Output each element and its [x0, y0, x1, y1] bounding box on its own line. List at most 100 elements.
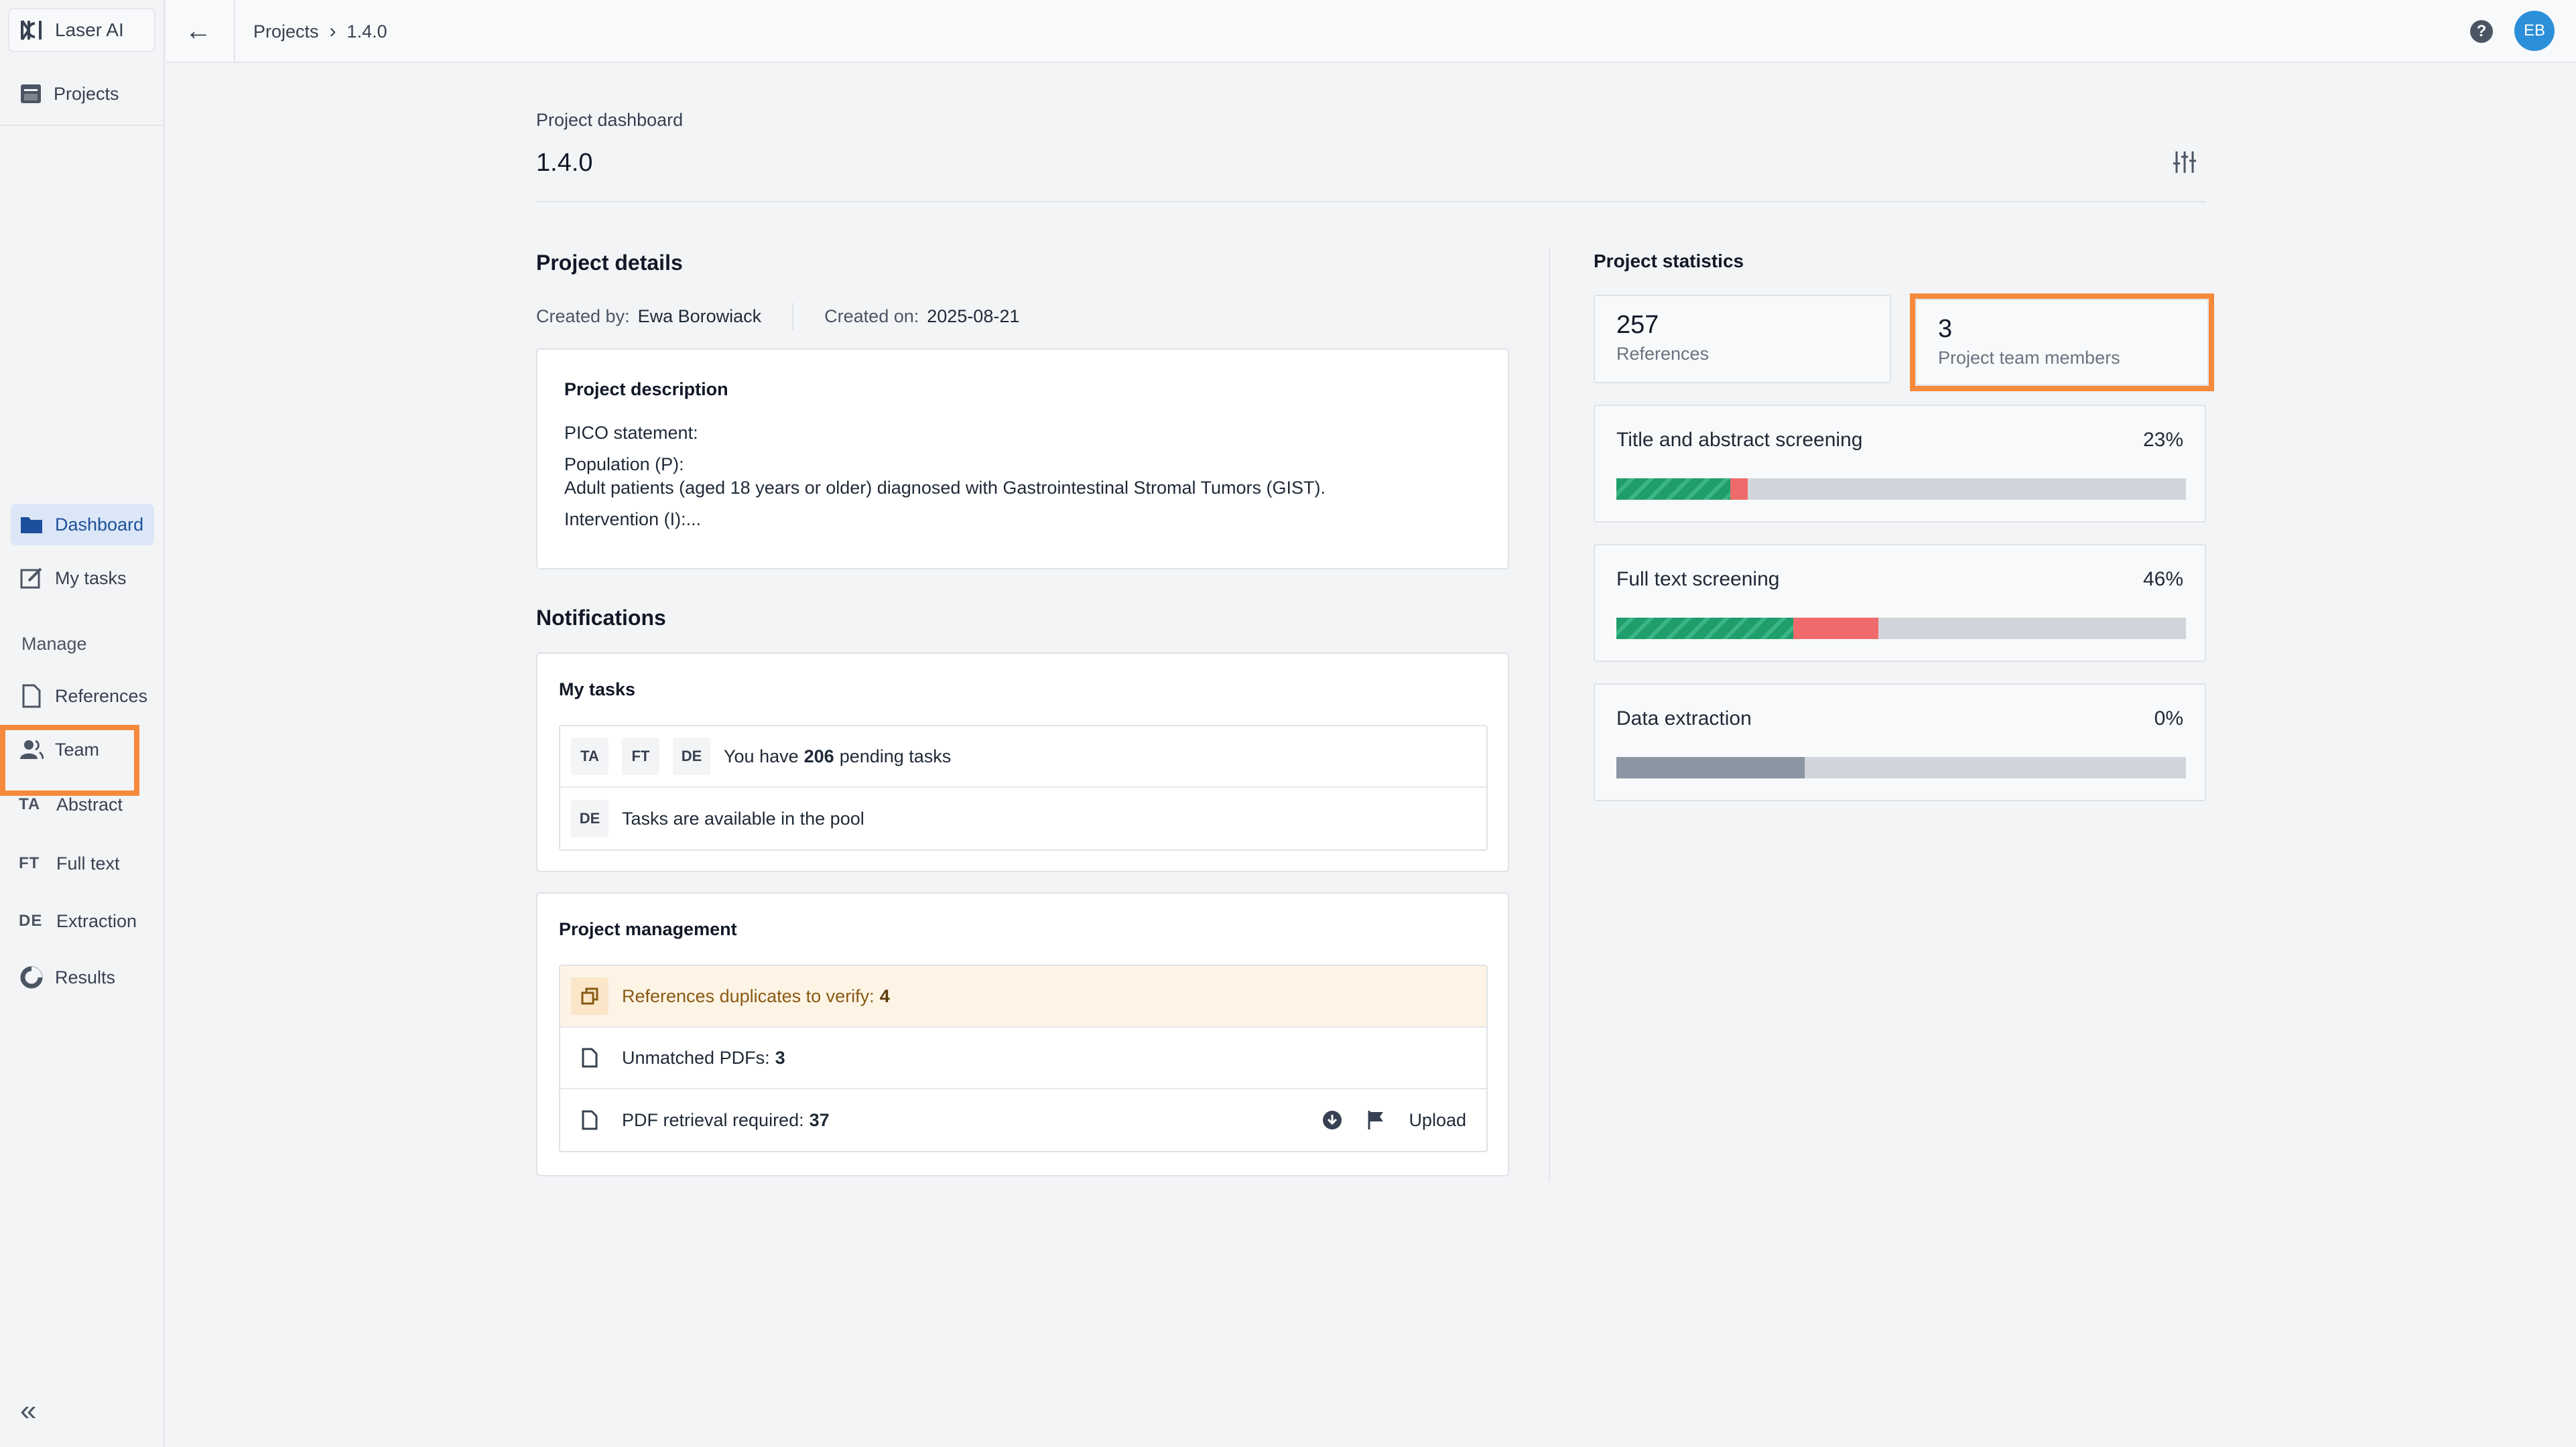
- pdf-retrieval-label: PDF retrieval required:: [622, 1109, 804, 1130]
- progress-card-abstract[interactable]: Title and abstract screening 23%: [1594, 405, 2206, 523]
- project-management-list: References duplicates to verify: 4 Unmat…: [559, 965, 1488, 1152]
- laser-ai-logo-icon: [21, 19, 42, 41]
- progress-segment-done: [1616, 618, 1793, 639]
- references-stat[interactable]: 257 References: [1594, 295, 1891, 383]
- progress-bar: [1616, 757, 2186, 778]
- sidebar-item-full-text[interactable]: FT Full text: [11, 843, 154, 884]
- full-text-icon: FT: [19, 854, 40, 872]
- edit-icon: [19, 565, 44, 591]
- notifications-heading: Notifications: [536, 606, 666, 630]
- progress-segment-done: [1616, 478, 1730, 500]
- sidebar-item-dashboard[interactable]: Dashboard: [11, 504, 154, 545]
- project-statistics-heading: Project statistics: [1594, 251, 1744, 271]
- sidebar-item-extraction[interactable]: DE Extraction: [11, 900, 154, 942]
- page-title: 1.4.0: [536, 149, 593, 177]
- pdf-retrieval-actions: Upload: [1322, 1089, 1466, 1151]
- sidebar-item-results[interactable]: Results: [11, 957, 154, 998]
- highlight-team: [0, 725, 139, 796]
- sidebar: Laser AI Projects Dashboard My tasks Man…: [0, 0, 165, 1447]
- duplicates-label: References duplicates to verify:: [622, 985, 875, 1006]
- file-icon: [571, 1039, 608, 1077]
- abstract-icon: TA: [19, 795, 41, 813]
- progress-segment-pending: [1616, 757, 1805, 778]
- breadcrumb: Projects › 1.4.0: [253, 20, 387, 43]
- file-icon: [571, 1101, 608, 1139]
- document-icon: [19, 683, 44, 709]
- sidebar-section-manage: Manage: [21, 634, 87, 654]
- project-management-title: Project management: [559, 919, 737, 939]
- title-divider: [536, 201, 2206, 202]
- folder-icon: [19, 512, 44, 537]
- pdf-retrieval-count: 37: [809, 1109, 830, 1130]
- progress-label: Title and abstract screening: [1616, 429, 1863, 451]
- pending-tasks-prefix: You have: [724, 746, 799, 766]
- avatar[interactable]: EB: [2514, 11, 2555, 51]
- breadcrumb-projects[interactable]: Projects: [253, 21, 319, 42]
- project-meta: Created by: Ewa Borowiack Created on: 20…: [536, 303, 1019, 330]
- sidebar-item-label: Projects: [54, 83, 119, 104]
- settings-sliders-icon[interactable]: [2170, 147, 2199, 177]
- highlight-team-members: [1910, 293, 2214, 391]
- sidebar-item-label: Full text: [56, 853, 120, 874]
- my-tasks-card: My tasks TA FT DE You have 206 pending t…: [536, 652, 1509, 872]
- project-management-card: Project management References duplicates…: [536, 892, 1509, 1176]
- progress-card-full-text[interactable]: Full text screening 46%: [1594, 544, 2206, 662]
- download-icon[interactable]: [1322, 1109, 1343, 1131]
- sidebar-item-label: Dashboard: [55, 514, 144, 535]
- unmatched-pdfs-label: Unmatched PDFs:: [622, 1047, 770, 1068]
- app-switcher[interactable]: Laser AI: [8, 8, 155, 52]
- chip-ta: TA: [571, 738, 608, 775]
- progress-segment-excluded: [1730, 478, 1748, 500]
- sidebar-item-label: Abstract: [56, 794, 123, 815]
- pdf-retrieval-row[interactable]: PDF retrieval required: 37 Upload: [560, 1089, 1486, 1151]
- chip-de: DE: [571, 800, 608, 837]
- column-divider: [1549, 247, 1550, 1182]
- sidebar-item-references[interactable]: References: [11, 675, 154, 717]
- progress-segment-excluded: [1793, 618, 1878, 639]
- progress-percent: 46%: [2142, 568, 2183, 590]
- sidebar-item-projects[interactable]: Projects: [19, 78, 119, 110]
- back-arrow-icon[interactable]: ←: [185, 16, 212, 46]
- progress-percent: 23%: [2142, 429, 2183, 451]
- description-line: PICO statement:: [564, 423, 698, 443]
- breadcrumb-current: 1.4.0: [346, 21, 387, 42]
- chip-ft: FT: [622, 738, 659, 775]
- created-on-label: Created on:: [824, 305, 919, 326]
- progress-bar: [1616, 478, 2186, 500]
- flag-icon[interactable]: [1366, 1109, 1386, 1131]
- sidebar-item-my-tasks[interactable]: My tasks: [11, 557, 154, 599]
- references-label: References: [1616, 344, 1710, 364]
- page-subtitle: Project dashboard: [536, 110, 684, 130]
- sidebar-divider: [0, 125, 165, 126]
- pie-chart-icon: [19, 965, 44, 990]
- upload-button[interactable]: Upload: [1409, 1110, 1466, 1131]
- created-on-value: 2025-08-21: [927, 305, 1020, 326]
- top-bar: ← Projects › 1.4.0 ? EB: [166, 0, 2576, 63]
- app-name: Laser AI: [55, 19, 124, 40]
- created-by-label: Created by:: [536, 305, 630, 326]
- sidebar-item-label: References: [55, 685, 148, 706]
- pool-tasks-text: Tasks are available in the pool: [622, 808, 864, 829]
- progress-bar: [1616, 618, 2186, 639]
- topbar-divider: [234, 0, 235, 63]
- pending-tasks-row[interactable]: TA FT DE You have 206 pending tasks: [560, 726, 1486, 788]
- double-chevron-left-icon[interactable]: «: [20, 1396, 36, 1426]
- unmatched-pdfs-row[interactable]: Unmatched PDFs: 3: [560, 1028, 1486, 1089]
- unmatched-pdfs-count: 3: [775, 1047, 785, 1068]
- references-count: 257: [1616, 311, 1659, 339]
- duplicates-count: 4: [879, 985, 890, 1006]
- my-tasks-title: My tasks: [559, 679, 636, 699]
- created-by-value: Ewa Borowiack: [637, 305, 762, 326]
- progress-label: Data extraction: [1616, 707, 1752, 730]
- description-line: Adult patients (aged 18 years or older) …: [564, 478, 1326, 498]
- project-details-heading: Project details: [536, 251, 683, 275]
- pending-tasks-count: 206: [803, 746, 834, 766]
- duplicate-icon: [571, 977, 608, 1015]
- description-line: Population (P):: [564, 454, 684, 474]
- progress-card-extraction[interactable]: Data extraction 0%: [1594, 683, 2206, 801]
- pool-tasks-row[interactable]: DE Tasks are available in the pool: [560, 788, 1486, 849]
- question-circle-icon[interactable]: ?: [2470, 20, 2493, 43]
- sidebar-item-label: Extraction: [56, 910, 137, 931]
- pending-tasks-suffix: pending tasks: [839, 746, 952, 766]
- duplicates-row[interactable]: References duplicates to verify: 4: [560, 966, 1486, 1028]
